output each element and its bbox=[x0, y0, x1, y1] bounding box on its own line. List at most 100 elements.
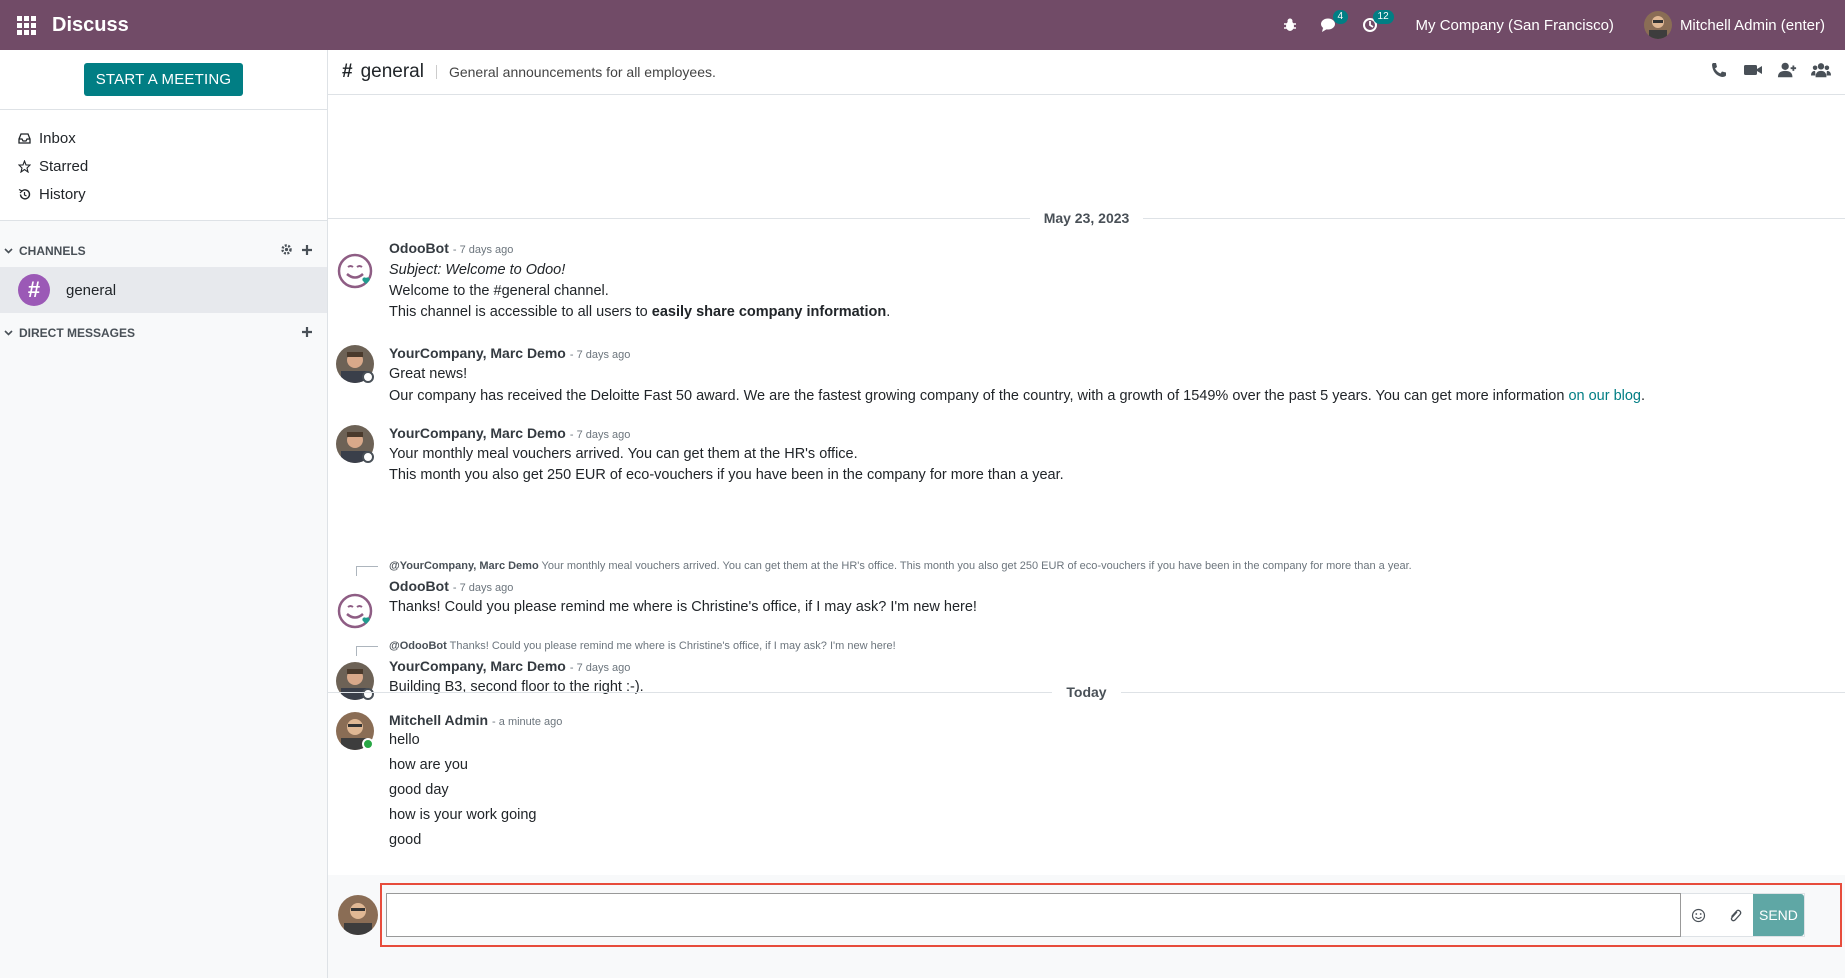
apps-menu-icon[interactable] bbox=[0, 0, 52, 50]
sidebar-item-label: Starred bbox=[39, 157, 89, 175]
blog-link[interactable]: on our blog bbox=[1568, 388, 1641, 404]
app-title[interactable]: Discuss bbox=[52, 14, 129, 37]
message-subject: Subject: Welcome to Odoo! bbox=[389, 262, 566, 278]
marc-demo-avatar bbox=[336, 425, 374, 463]
chevron-down-icon bbox=[4, 244, 13, 258]
company-switcher[interactable]: My Company (San Francisco) bbox=[1390, 17, 1644, 34]
message-date: - 7 days ago bbox=[452, 244, 514, 256]
message-line: hello bbox=[389, 732, 420, 748]
composer-tools: SEND bbox=[1681, 893, 1805, 937]
inbox-icon bbox=[18, 132, 31, 144]
date-separator: Today bbox=[328, 684, 1845, 700]
add-direct-message-plus-icon[interactable] bbox=[301, 326, 313, 341]
start-meeting-button[interactable]: START A MEETING bbox=[83, 63, 244, 96]
message-date: - 7 days ago bbox=[569, 349, 631, 361]
offline-status-icon bbox=[362, 451, 374, 463]
channel-settings-gear-icon[interactable] bbox=[280, 243, 293, 259]
message-line: good bbox=[389, 832, 422, 848]
reply-connector bbox=[356, 566, 378, 576]
message-input[interactable] bbox=[386, 893, 1681, 937]
mitchell-admin-avatar bbox=[336, 712, 374, 750]
message-date: - 7 days ago bbox=[569, 662, 631, 674]
channels-title: CHANNELS bbox=[19, 244, 86, 258]
direct-messages-title: DIRECT MESSAGES bbox=[19, 326, 136, 340]
message-author[interactable]: Mitchell Admin bbox=[389, 712, 488, 728]
message-line: Your monthly meal vouchers arrived. You … bbox=[389, 446, 858, 462]
date-separator: May 23, 2023 bbox=[328, 210, 1845, 226]
message-line: Welcome to the #general channel. bbox=[389, 283, 609, 299]
messages-badge: 4 bbox=[1332, 10, 1349, 24]
thread-name[interactable]: general bbox=[361, 61, 424, 83]
header-divider bbox=[435, 65, 437, 79]
phone-call-icon[interactable] bbox=[1709, 61, 1729, 84]
reply-connector bbox=[356, 646, 378, 656]
reply-preview[interactable]: @OdooBot Thanks! Could you please remind… bbox=[389, 640, 1825, 656]
send-button[interactable]: SEND bbox=[1752, 894, 1804, 936]
attachment-paperclip-icon[interactable] bbox=[1717, 893, 1753, 937]
sidebar-item-history[interactable]: History bbox=[0, 180, 327, 208]
chevron-down-icon bbox=[4, 326, 13, 340]
sidebar-item-label: History bbox=[39, 185, 86, 203]
date-label: Today bbox=[1066, 684, 1107, 700]
message-line: This channel is accessible to all users … bbox=[389, 304, 891, 320]
sidebar-item-starred[interactable]: Starred bbox=[0, 152, 327, 180]
message-body: OdooBot - 7 days ago Thanks! Could you pl… bbox=[389, 578, 1825, 618]
emoji-icon[interactable] bbox=[1681, 893, 1717, 937]
top-navbar: Discuss 4 12 My Company (San Francisco) … bbox=[0, 0, 1845, 50]
message-author[interactable]: YourCompany, Marc Demo bbox=[389, 425, 566, 441]
add-user-icon[interactable] bbox=[1777, 61, 1797, 84]
message-author[interactable]: YourCompany, Marc Demo bbox=[389, 658, 566, 674]
reply-text: Thanks! Could you please remind me where… bbox=[446, 640, 896, 652]
activities-badge: 12 bbox=[1372, 10, 1394, 24]
sidebar-item-label: Inbox bbox=[39, 129, 76, 147]
message-list: May 23, 2023 OdooBot - 7 days ago Subject… bbox=[328, 95, 1845, 925]
reply-preview[interactable]: @YourCompany, Marc Demo Your monthly mea… bbox=[389, 560, 1825, 576]
date-label: May 23, 2023 bbox=[1043, 210, 1130, 226]
message-author[interactable]: OdooBot bbox=[389, 578, 449, 594]
message-line: Thanks! Could you please remind me where… bbox=[389, 599, 977, 615]
history-icon bbox=[18, 188, 31, 200]
members-list-icon[interactable] bbox=[1811, 61, 1831, 84]
message-line: Our company has received the Deloitte Fa… bbox=[389, 388, 1646, 404]
message-line: This month you also get 250 EUR of eco-v… bbox=[389, 467, 1064, 483]
thread-view: # general General announcements for all … bbox=[328, 50, 1845, 978]
thread-header: # general General announcements for all … bbox=[328, 50, 1845, 95]
discuss-sidebar: START A MEETING Inbox Starred History CH… bbox=[0, 50, 328, 978]
mailbox-list: Inbox Starred History bbox=[0, 110, 327, 221]
marc-demo-avatar bbox=[336, 345, 374, 383]
message-author[interactable]: OdooBot bbox=[389, 240, 449, 256]
message-date: - 7 days ago bbox=[569, 429, 631, 441]
channel-hash-avatar: # bbox=[18, 274, 50, 306]
direct-messages-header[interactable]: DIRECT MESSAGES bbox=[0, 317, 327, 349]
odoobot-avatar bbox=[336, 592, 374, 630]
user-avatar bbox=[1643, 11, 1672, 39]
offline-status-icon bbox=[362, 371, 374, 383]
activities-clock-icon[interactable]: 12 bbox=[1350, 0, 1394, 50]
channels-header[interactable]: CHANNELS bbox=[0, 235, 327, 267]
message-body: YourCompany, Marc Demo - 7 days ago Your … bbox=[389, 425, 1825, 486]
sidebar-item-general[interactable]: # general bbox=[0, 267, 327, 313]
composer: SEND bbox=[328, 875, 1845, 978]
message-date: - a minute ago bbox=[492, 716, 563, 728]
reply-author: @OdooBot bbox=[389, 640, 447, 652]
online-status-icon bbox=[362, 738, 374, 750]
odoobot-avatar bbox=[336, 252, 374, 290]
star-icon bbox=[18, 159, 31, 173]
video-camera-icon[interactable] bbox=[1743, 61, 1763, 84]
message-body: Mitchell Admin - a minute ago hello how a… bbox=[389, 712, 1825, 851]
user-menu[interactable]: Mitchell Admin (enter) bbox=[1643, 11, 1845, 39]
messages-icon[interactable]: 4 bbox=[1310, 0, 1350, 50]
user-name: Mitchell Admin (enter) bbox=[1679, 16, 1825, 34]
meeting-area: START A MEETING bbox=[0, 50, 327, 110]
reply-author: @YourCompany, Marc Demo bbox=[389, 560, 539, 572]
message-line: how is your work going bbox=[389, 807, 537, 823]
composer-user-avatar bbox=[338, 895, 378, 935]
message-body: OdooBot - 7 days ago Subject: Welcome to … bbox=[389, 240, 1825, 323]
add-channel-plus-icon[interactable] bbox=[301, 244, 313, 259]
reply-text: Your monthly meal vouchers arrived. You … bbox=[538, 560, 1412, 572]
thread-description[interactable]: General announcements for all employees. bbox=[449, 64, 716, 80]
message-author[interactable]: YourCompany, Marc Demo bbox=[389, 345, 566, 361]
message-line: Great news! bbox=[389, 366, 468, 382]
debug-bug-icon[interactable] bbox=[1270, 0, 1310, 50]
sidebar-item-inbox[interactable]: Inbox bbox=[0, 124, 327, 152]
